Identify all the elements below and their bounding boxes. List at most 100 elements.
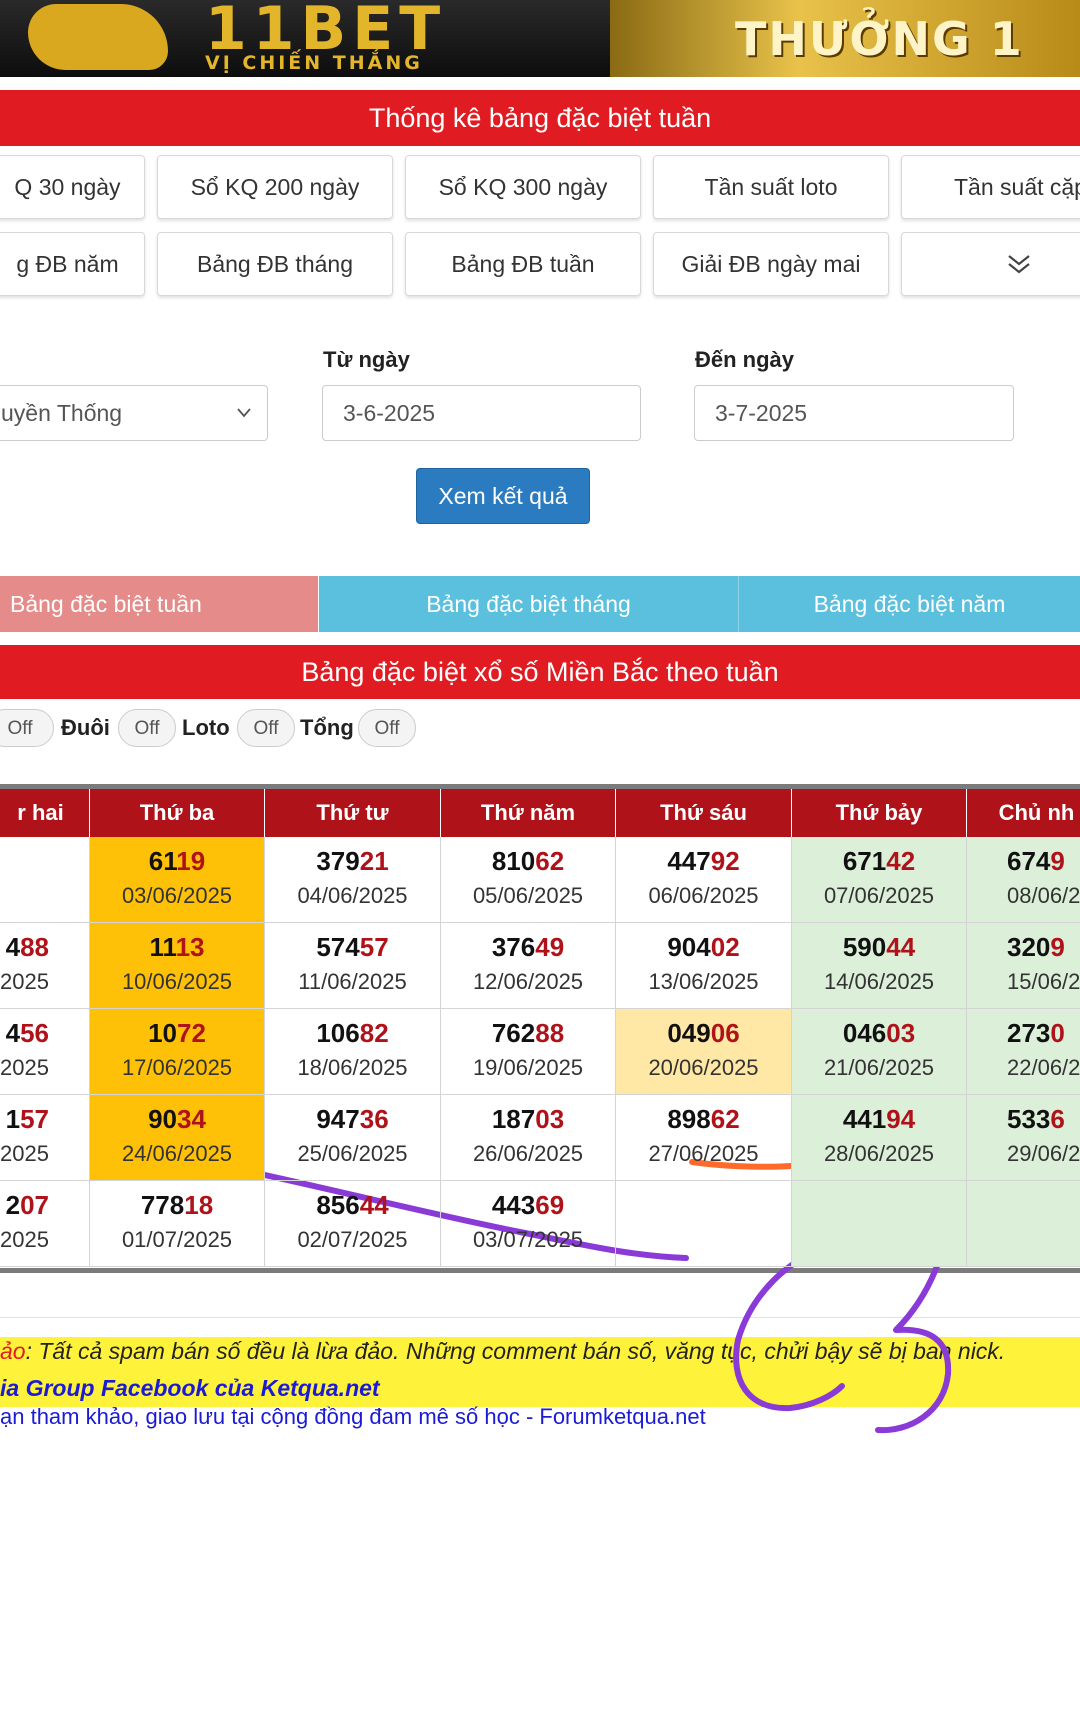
view-results-button[interactable]: Xem kết quả [416, 468, 590, 524]
table-cell: 04603 21/06/2025 [792, 1009, 967, 1095]
number-prefix: 049 [667, 1018, 711, 1048]
special-prize-number: 67142 [792, 845, 966, 877]
table-cell [967, 1181, 1080, 1267]
number-suffix: 69 [535, 1190, 565, 1220]
table-title: Bảng đặc biệt xổ số Miền Bắc theo tuần [0, 645, 1080, 699]
number-suffix: 56 [20, 1018, 49, 1048]
number-prefix: 273 [1007, 1018, 1051, 1048]
special-prize-number: 94736 [265, 1103, 440, 1135]
number-suffix: 94 [886, 1104, 916, 1134]
number-suffix: 03 [535, 1104, 565, 1134]
table-cell: 44369 03/07/2025 [441, 1181, 616, 1267]
draw-date: 12/06/2025 [472, 969, 584, 994]
table-cell: 488/2025 [0, 923, 90, 1009]
number-prefix: 590 [842, 932, 887, 962]
table-cell: 2730 22/06/2 [967, 1009, 1080, 1095]
number-prefix: 11 [149, 932, 176, 962]
special-prize-number: 44792 [616, 845, 791, 877]
number-prefix: 376 [491, 932, 536, 962]
number-prefix: 904 [667, 932, 711, 962]
special-prize-number: 37921 [265, 845, 440, 877]
number-suffix: 82 [359, 1018, 389, 1048]
nav-pair-frequency[interactable]: Tần suất cặp [901, 155, 1080, 219]
table-header-cell: Thứ sáu [616, 789, 792, 837]
tab-special-week[interactable]: Bảng đặc biệt tuần [0, 576, 318, 632]
nav-db-week[interactable]: Bảng ĐB tuần [405, 232, 641, 296]
special-prize-number: 04603 [792, 1017, 966, 1049]
draw-date: /2025 [0, 1141, 49, 1166]
number-suffix: 03 [886, 1018, 916, 1048]
nav-db-tomorrow[interactable]: Giải ĐB ngày mai [653, 232, 889, 296]
nav-kq-300-days[interactable]: Sổ KQ 300 ngày [405, 155, 641, 219]
table-header-cell: Chủ nh [967, 789, 1080, 837]
number-suffix: 34 [177, 1104, 206, 1134]
draw-date: 05/06/2025 [472, 883, 584, 908]
number-suffix: 44 [886, 932, 916, 962]
toggle-tong-switch[interactable]: Off [358, 709, 416, 747]
number-prefix: 947 [316, 1104, 360, 1134]
table-header-cell: Thứ tư [265, 789, 441, 837]
banner-promo-text: THƯỞNG 1 [735, 12, 1024, 66]
draw-date: 15/06/2 [1007, 969, 1080, 994]
nav-more-button[interactable] [901, 232, 1080, 296]
banner-tagline: VỊ CHIẾN THẮNG [205, 52, 423, 74]
nav-loto-frequency[interactable]: Tần suất loto [653, 155, 889, 219]
nav-kq-200-days[interactable]: Sổ KQ 200 ngày [157, 155, 393, 219]
number-suffix: 9 [1050, 932, 1065, 962]
table-cell: 207/2025 [0, 1181, 90, 1267]
toggle-first-switch[interactable]: Off [0, 709, 54, 747]
facebook-group-link[interactable]: ia Group Facebook của Ketqua.net [0, 1375, 380, 1402]
forum-link[interactable]: ạn tham khảo, giao lưu tại cộng đồng đam… [0, 1404, 706, 1430]
draw-date: 17/06/2025 [121, 1055, 233, 1080]
nav-db-year[interactable]: g ĐB năm [0, 232, 145, 296]
top-banner-ad[interactable]: 11BET VỊ CHIẾN THẮNG THƯỞNG 1 [0, 0, 1080, 77]
table-cell: 81062 05/06/2025 [441, 837, 616, 923]
to-date-input[interactable]: 3-7-2025 [694, 385, 1014, 441]
number-prefix: 4 [5, 932, 21, 962]
special-prize-number: 6749 [1007, 845, 1080, 877]
special-prize-number: 85644 [265, 1189, 440, 1221]
number-prefix: 320 [1007, 932, 1051, 962]
toggle-loto-switch[interactable]: Off [237, 709, 295, 747]
draw-date: 26/06/2025 [472, 1141, 584, 1166]
table-cell: 59044 14/06/2025 [792, 923, 967, 1009]
draw-date: 28/06/2025 [823, 1141, 935, 1166]
special-prize-number: 488 [0, 931, 49, 963]
toggle-label-tong: Tổng [300, 715, 354, 740]
number-prefix: 106 [316, 1018, 360, 1048]
number-prefix: 856 [316, 1190, 360, 1220]
table-cell: 1113 10/06/2025 [90, 923, 265, 1009]
number-suffix: 06 [710, 1018, 740, 1048]
number-prefix: 574 [316, 932, 360, 962]
table-header-cell: Thứ năm [441, 789, 616, 837]
toggle-duoi-switch[interactable]: Off [118, 709, 176, 747]
table-cell: 456/2025 [0, 1009, 90, 1095]
number-suffix: 57 [20, 1104, 49, 1134]
province-select[interactable]: uyền Thống [0, 385, 268, 441]
number-suffix: 72 [177, 1018, 206, 1048]
draw-date: 14/06/2025 [823, 969, 935, 994]
number-prefix: 778 [140, 1190, 185, 1220]
table-header-cell: Thứ bảy [792, 789, 967, 837]
number-prefix: 187 [491, 1104, 536, 1134]
special-prize-number: 81062 [441, 845, 615, 877]
table-cell: 3209 15/06/2 [967, 923, 1080, 1009]
tab-special-month[interactable]: Bảng đặc biệt tháng [318, 576, 738, 632]
number-prefix: 441 [842, 1104, 887, 1134]
number-suffix: 92 [710, 846, 740, 876]
table-cell: 89862 27/06/2025 [616, 1095, 792, 1181]
nav-db-month[interactable]: Bảng ĐB tháng [157, 232, 393, 296]
table-cell: 5336 29/06/2 [967, 1095, 1080, 1181]
special-prize-number: 90402 [616, 931, 791, 963]
table-cell: 18703 26/06/2025 [441, 1095, 616, 1181]
number-suffix: 36 [359, 1104, 389, 1134]
draw-date: 03/06/2025 [121, 883, 233, 908]
tab-special-year[interactable]: Bảng đặc biệt năm [738, 576, 1080, 632]
special-prize-number: 6119 [90, 845, 264, 877]
number-prefix: 2 [5, 1190, 21, 1220]
table-bottom-border [0, 1268, 1080, 1273]
from-date-input[interactable]: 3-6-2025 [322, 385, 641, 441]
nav-kq-30-days[interactable]: Q 30 ngày [0, 155, 145, 219]
special-prize-number: 59044 [792, 931, 966, 963]
number-suffix: 21 [359, 846, 389, 876]
